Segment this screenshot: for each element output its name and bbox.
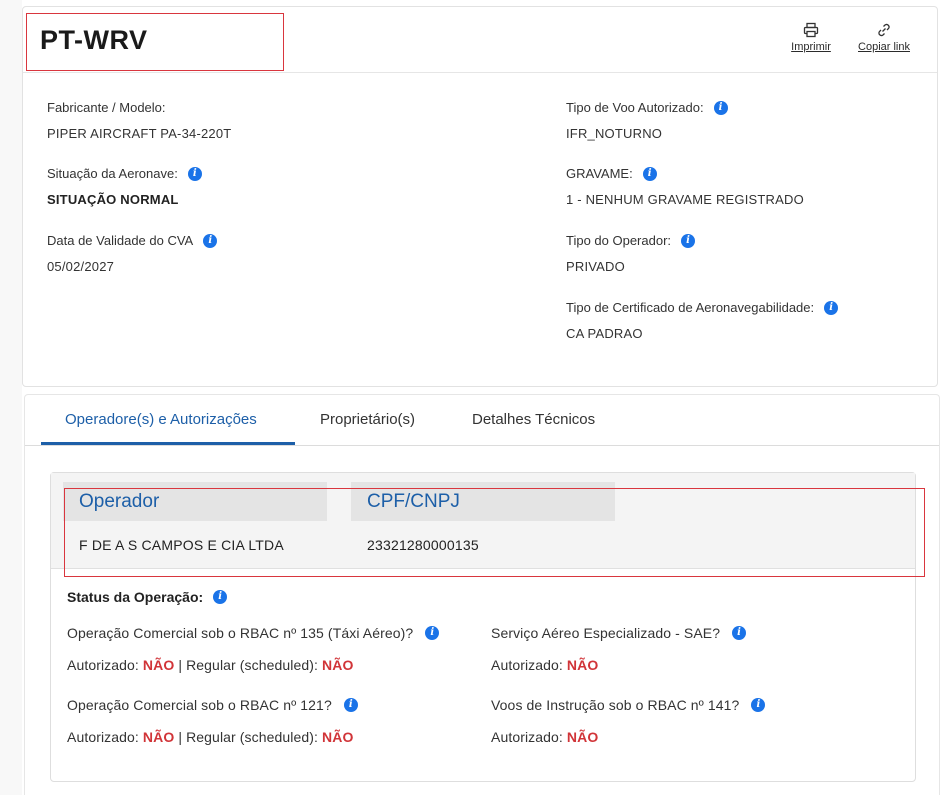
info-icon[interactable]: i [824, 300, 839, 315]
rbac135-question-text: Operação Comercial sob o RBAC nº 135 (Tá… [67, 625, 414, 641]
field-tipo-voo: Tipo de Voo Autorizado: i IFR_NOTURNO [566, 100, 728, 141]
authorized-value: NÃO [142, 657, 175, 673]
answer-rbac121: Autorizado: NÃO | Regular (scheduled): N… [67, 729, 353, 745]
tab-detalhes-tecnicos[interactable]: Detalhes Técnicos [472, 411, 595, 428]
question-rbac121: Operação Comercial sob o RBAC nº 121? i [67, 697, 358, 713]
tipo-voo-value: IFR_NOTURNO [566, 126, 663, 141]
regular-label: | Regular (scheduled): [178, 657, 319, 673]
field-cva: Data de Validade do CVA i 05/02/2027 [47, 233, 218, 274]
info-icon[interactable]: i [425, 626, 440, 640]
print-button[interactable]: Imprimir [787, 22, 835, 53]
gravame-value: 1 - NENHUM GRAVAME REGISTRADO [566, 192, 804, 207]
info-icon[interactable]: i [732, 626, 747, 640]
field-fabricante: Fabricante / Modelo: PIPER AIRCRAFT PA-3… [47, 100, 231, 141]
operator-name-cell: F DE A S CAMPOS E CIA LTDA [79, 537, 284, 553]
printer-icon [803, 22, 819, 38]
authorized-value: NÃO [566, 657, 599, 673]
question-rbac135: Operação Comercial sob o RBAC nº 135 (Tá… [67, 625, 440, 641]
operator-table: Operador CPF/CNPJ F DE A S CAMPOS E CIA … [51, 473, 915, 569]
cva-value: 05/02/2027 [47, 259, 115, 274]
copy-link-label: Copiar link [858, 41, 910, 53]
authorized-label: Autorizado: [491, 729, 563, 745]
status-operacao-title: Status da Operação: i [67, 589, 228, 605]
rbac121-question-text: Operação Comercial sob o RBAC nº 121? [67, 697, 332, 713]
authorized-value: NÃO [566, 729, 599, 745]
situacao-value: SITUAÇÃO NORMAL [47, 192, 179, 207]
certificado-label: Tipo de Certificado de Aeronavegabilidad… [566, 300, 815, 315]
info-icon[interactable]: i [343, 698, 358, 712]
sae-question-text: Serviço Aéreo Especializado - SAE? [491, 625, 721, 641]
answer-rbac135: Autorizado: NÃO | Regular (scheduled): N… [67, 657, 353, 673]
title-highlight-box [26, 13, 284, 71]
tabs-bar: Operadore(s) e Autorizações Proprietário… [25, 395, 939, 446]
answer-rbac141: Autorizado: NÃO [491, 729, 598, 745]
tab-proprietarios[interactable]: Proprietário(s) [320, 411, 415, 428]
answer-sae: Autorizado: NÃO [491, 657, 598, 673]
situacao-label: Situação da Aeronave: [47, 166, 178, 181]
fabricante-value: PIPER AIRCRAFT PA-34-220T [47, 126, 232, 141]
tipo-operador-value: PRIVADO [566, 259, 625, 274]
active-tab-indicator [41, 442, 295, 445]
question-sae: Serviço Aéreo Especializado - SAE? i [491, 625, 747, 641]
copy-link-button[interactable]: Copiar link [853, 22, 915, 53]
authorized-label: Autorizado: [67, 657, 139, 673]
operator-panel: Operador CPF/CNPJ F DE A S CAMPOS E CIA … [50, 472, 916, 782]
info-icon[interactable]: i [642, 166, 657, 181]
question-rbac141: Voos de Instrução sob o RBAC nº 141? i [491, 697, 766, 713]
cva-label: Data de Validade do CVA [47, 233, 194, 248]
page-background-strip [0, 0, 22, 795]
link-icon [878, 23, 890, 37]
info-icon[interactable]: i [187, 166, 202, 181]
status-title-text: Status da Operação: [67, 589, 204, 605]
info-icon[interactable]: i [213, 590, 228, 604]
field-certificado: Tipo de Certificado de Aeronavegabilidad… [566, 300, 839, 341]
tab-operadores[interactable]: Operadore(s) e Autorizações [65, 411, 257, 428]
field-tipo-operador: Tipo do Operador: i PRIVADO [566, 233, 696, 274]
regular-label: | Regular (scheduled): [178, 729, 319, 745]
gravame-label: GRAVAME: [566, 166, 633, 181]
authorized-label: Autorizado: [491, 657, 563, 673]
info-icon[interactable]: i [751, 698, 766, 712]
info-icon[interactable]: i [681, 233, 696, 248]
column-header-operador: Operador [63, 482, 327, 521]
info-icon[interactable]: i [713, 100, 728, 115]
rbac141-question-text: Voos de Instrução sob o RBAC nº 141? [491, 697, 740, 713]
tipo-operador-label: Tipo do Operador: [566, 233, 672, 248]
tipo-voo-label: Tipo de Voo Autorizado: [566, 100, 704, 115]
details-tabs-card: Operadore(s) e Autorizações Proprietário… [24, 394, 940, 795]
authorized-value: NÃO [142, 729, 175, 745]
fabricante-label: Fabricante / Modelo: [47, 100, 166, 115]
certificado-value: CA PADRAO [566, 326, 643, 341]
print-label: Imprimir [791, 41, 831, 53]
operator-cpf-cell: 23321280000135 [367, 537, 479, 553]
info-icon[interactable]: i [203, 233, 218, 248]
field-situacao: Situação da Aeronave: i SITUAÇÃO NORMAL [47, 166, 202, 207]
regular-value: NÃO [322, 657, 354, 673]
column-header-cpf-cnpj: CPF/CNPJ [351, 482, 615, 521]
field-gravame: GRAVAME: i 1 - NENHUM GRAVAME REGISTRADO [566, 166, 804, 207]
authorized-label: Autorizado: [67, 729, 139, 745]
regular-value: NÃO [322, 729, 354, 745]
